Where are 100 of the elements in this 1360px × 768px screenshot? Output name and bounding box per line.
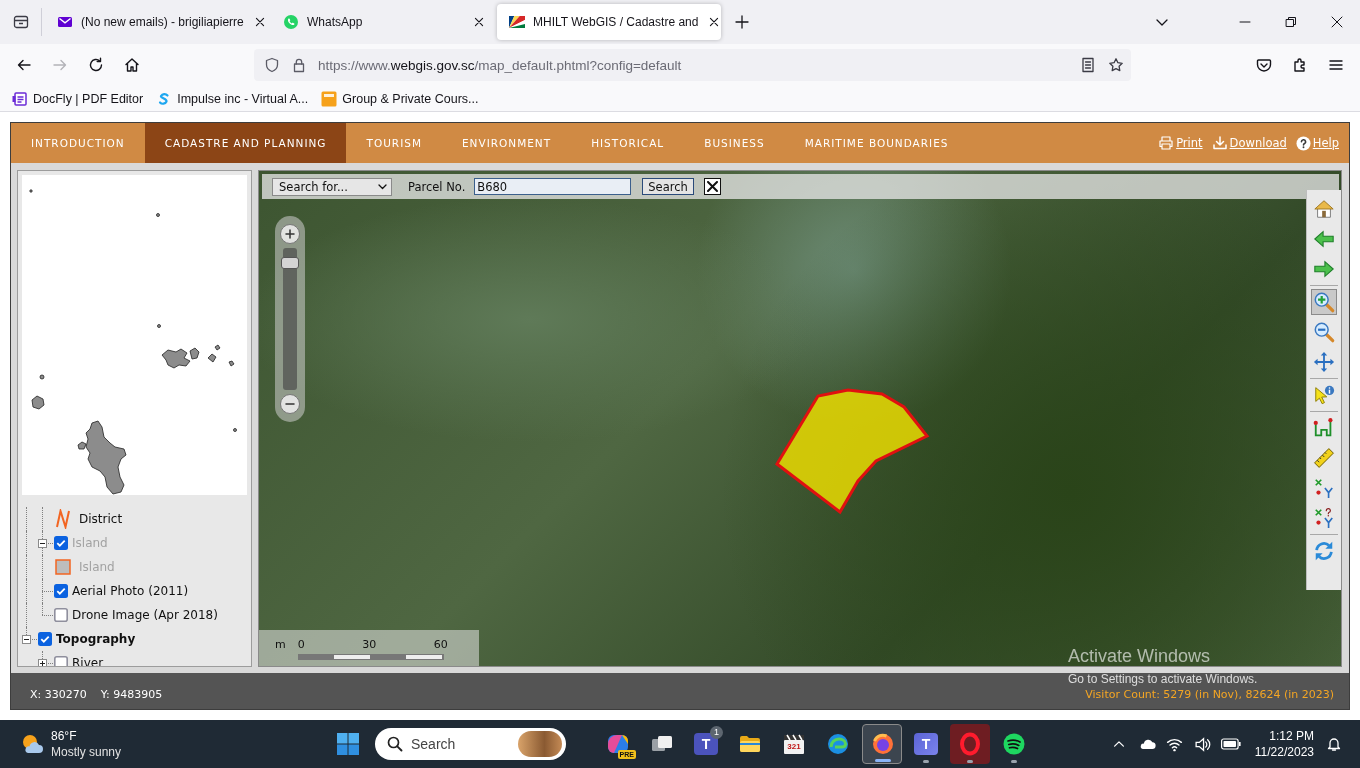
fox-globe-icon: [871, 732, 895, 756]
scale-label: 0: [297, 638, 305, 651]
expand-icon[interactable]: [38, 658, 47, 666]
home-icon: [124, 57, 140, 73]
caret-icon: [378, 183, 387, 190]
restore-icon: [1285, 16, 1297, 28]
flag-icon: [509, 16, 525, 28]
browser-tab[interactable]: (No new emails) - brigiliapierre: [45, 4, 269, 40]
activation-title: Activate Windows: [1068, 646, 1212, 666]
phone-bubble-icon: [283, 14, 299, 30]
activation-hint: Go to Settings to activate Windows.: [1068, 673, 1258, 686]
close-icon: [1331, 16, 1343, 28]
y-coordinate: Y: 9483905: [100, 688, 163, 701]
forward-arrow-icon: [52, 57, 68, 73]
zoom-out-icon: [1313, 321, 1335, 343]
reader-view-icon[interactable]: [1080, 57, 1096, 73]
map-tool-button[interactable]: [1311, 289, 1337, 315]
bell-icon: [1326, 736, 1342, 752]
legend-label: Island: [79, 560, 115, 574]
square-logo-icon: [321, 90, 338, 107]
download-icon: [1211, 135, 1228, 151]
scale-unit: m: [275, 638, 286, 651]
map-tool-button[interactable]: [1311, 445, 1337, 471]
bookmark-link[interactable]: Impulse inc - Virtual A...: [150, 86, 315, 111]
zoom-in-button[interactable]: [280, 224, 300, 244]
info-pointer-icon: [1313, 384, 1335, 406]
plus-icon: [285, 229, 295, 239]
taskbar-search-box[interactable]: Search: [375, 728, 566, 760]
layer-checkbox[interactable]: [54, 656, 68, 666]
search-type-select[interactable]: Search for...: [272, 177, 392, 196]
envelope-icon: [57, 14, 73, 30]
document-icon: [12, 90, 28, 107]
refresh-icon: [1313, 540, 1335, 562]
move-arrows-icon: [1313, 351, 1335, 373]
slider-thumb[interactable]: [281, 257, 299, 270]
layer-label: Drone Image (Apr 2018): [72, 608, 218, 622]
zoom-slider[interactable]: [283, 248, 297, 390]
nav-tab[interactable]: CADASTRE AND PLANNING: [144, 123, 347, 163]
browser-tab[interactable]: WhatsApp: [271, 4, 495, 40]
weather-widget[interactable]: 86°F Mostly sunny: [0, 728, 328, 760]
taskbar-app-button[interactable]: T: [906, 724, 946, 764]
menu-icon: [1328, 57, 1344, 73]
browser-tab[interactable]: MHILT WebGIS / Cadastre and: [497, 4, 721, 40]
battery-icon: [1220, 737, 1241, 751]
ring-icon: [958, 732, 982, 756]
close-icon[interactable]: [254, 17, 265, 27]
puzzle-icon: [1292, 57, 1308, 73]
taskbar-app-button[interactable]: 321: [774, 724, 814, 764]
address-bar[interactable]: https://www.webgis.gov.sc/map_default.phtml?config=default: [254, 49, 1131, 81]
zigzag-line-icon: [55, 509, 71, 529]
app-badge: 1: [710, 726, 723, 739]
parcel-number-field[interactable]: B680: [474, 178, 632, 195]
xy-axes-icon: [1313, 477, 1335, 499]
layer-label: Island: [72, 536, 108, 550]
layer-label: Aerial Photo (2011): [72, 584, 189, 598]
lock-icon: [291, 57, 307, 73]
bookmark-link[interactable]: Group & Private Cours...: [315, 86, 485, 111]
close-icon[interactable]: [474, 17, 484, 27]
star-icon[interactable]: [1108, 57, 1124, 73]
search-button[interactable]: Search: [642, 178, 694, 195]
map-tool-button[interactable]: [1311, 349, 1337, 375]
polyline-icon: [1313, 417, 1335, 439]
back-arrow-icon: [16, 57, 32, 73]
legend-label: District: [79, 512, 123, 526]
reload-icon: [88, 57, 104, 73]
close-icon[interactable]: [709, 17, 720, 27]
pocket-icon: [1256, 57, 1272, 73]
scale-label: 30: [362, 638, 377, 651]
close-icon: [706, 181, 718, 192]
bookmark-link[interactable]: DocFly | PDF Editor: [6, 86, 150, 111]
letter-tile-icon: T: [914, 733, 938, 755]
speaker-icon: [1194, 735, 1212, 753]
taskbar-app-button[interactable]: [862, 724, 902, 764]
layer-checkbox[interactable]: [54, 584, 68, 598]
taskbar-app-button[interactable]: T 1: [686, 724, 726, 764]
sound-waves-circle-icon: [1002, 732, 1026, 756]
clock[interactable]: 1:12 PM 11/22/2023: [1244, 728, 1320, 760]
visitor-count: Visitor Count: 5279 (in Nov), 82624 (in 2023): [1085, 688, 1334, 701]
collapse-icon[interactable]: [22, 634, 31, 644]
left-arrow-icon: [1313, 228, 1335, 250]
house-icon: [1313, 198, 1335, 220]
search-icon: [387, 736, 403, 752]
scale-label: 60: [433, 638, 448, 651]
help-icon: [1295, 135, 1311, 151]
url-text[interactable]: https://www.webgis.gov.sc/map_default.phtml?config=default: [318, 57, 682, 73]
layer-checkbox[interactable]: [54, 608, 68, 622]
shield-icon: [264, 57, 280, 73]
zoom-in-icon: [1313, 291, 1335, 313]
right-arrow-icon: [1313, 258, 1335, 280]
plus-icon: [734, 14, 750, 30]
group-label: Topography: [56, 632, 136, 646]
zoom-out-button[interactable]: [280, 394, 300, 414]
layer-checkbox[interactable]: [38, 632, 52, 646]
field-label: Parcel No.: [408, 179, 466, 194]
xy-query-icon: [1313, 507, 1335, 529]
four-squares-icon: [337, 733, 359, 755]
tab-list-icon: [13, 14, 29, 30]
close-search-button[interactable]: [703, 178, 721, 195]
wave-circle-icon: [826, 732, 850, 756]
parcel-highlight[interactable]: [775, 388, 930, 515]
